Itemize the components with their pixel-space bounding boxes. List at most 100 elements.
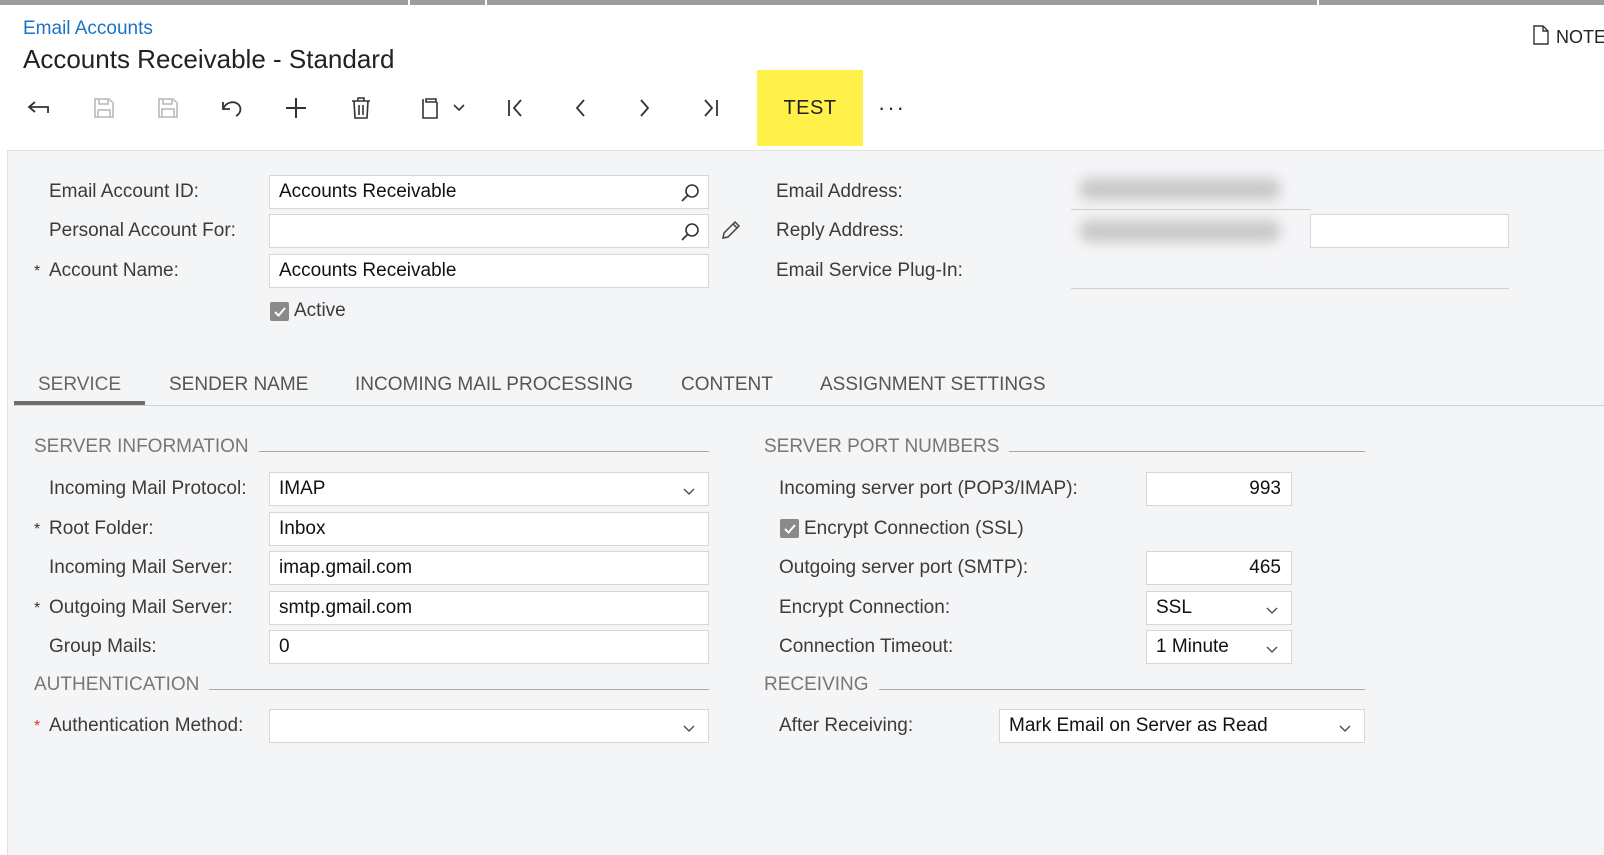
save-button[interactable] bbox=[149, 70, 187, 146]
chevron-down-icon bbox=[452, 103, 466, 113]
server-port-numbers-heading: SERVER PORT NUMBERS bbox=[764, 436, 1010, 458]
required-marker: * bbox=[34, 263, 41, 280]
test-button[interactable]: TEST bbox=[757, 70, 863, 146]
previous-record-button[interactable] bbox=[561, 70, 599, 146]
section-divider bbox=[258, 451, 709, 452]
tab-bar: SERVICE SENDER NAME INCOMING MAIL PROCES… bbox=[13, 365, 1604, 406]
outgoing-port-value: 465 bbox=[1249, 557, 1281, 578]
connection-timeout-label: Connection Timeout: bbox=[779, 636, 954, 657]
notes-label: NOTE bbox=[1556, 27, 1604, 47]
save-close-icon bbox=[93, 97, 115, 119]
save-close-button[interactable] bbox=[85, 70, 123, 146]
encrypt-connection-value: SSL bbox=[1156, 597, 1192, 618]
server-information-heading: SERVER INFORMATION bbox=[34, 436, 259, 458]
breadcrumb[interactable]: Email Accounts bbox=[23, 18, 153, 40]
email-account-id-value: Accounts Receivable bbox=[279, 181, 457, 202]
required-marker: * bbox=[34, 718, 41, 735]
delete-icon bbox=[351, 97, 371, 119]
back-button[interactable] bbox=[20, 70, 58, 146]
group-mails-field[interactable]: 0 bbox=[269, 630, 709, 664]
last-record-button[interactable] bbox=[691, 70, 729, 146]
email-service-plugin-field[interactable] bbox=[1071, 288, 1509, 289]
account-name-label: Account Name: bbox=[49, 260, 179, 281]
copy-paste-button[interactable] bbox=[410, 70, 476, 146]
top-progress-bar bbox=[0, 0, 1604, 5]
previous-icon bbox=[572, 97, 588, 119]
group-mails-value: 0 bbox=[279, 636, 290, 657]
root-folder-field[interactable]: Inbox bbox=[269, 512, 709, 546]
section-divider bbox=[877, 689, 1365, 690]
after-receiving-label: After Receiving: bbox=[779, 715, 914, 736]
chevron-down-icon bbox=[1338, 719, 1352, 741]
incoming-port-field[interactable]: 993 bbox=[1146, 472, 1292, 506]
copy-icon bbox=[420, 96, 442, 120]
personal-account-label: Personal Account For: bbox=[49, 220, 236, 241]
search-icon[interactable] bbox=[680, 183, 700, 209]
root-folder-label: Root Folder: bbox=[49, 518, 154, 539]
required-marker: * bbox=[34, 521, 41, 538]
form-panel bbox=[7, 150, 1604, 855]
incoming-server-label: Incoming Mail Server: bbox=[49, 557, 233, 578]
tab-service[interactable]: SERVICE bbox=[38, 365, 121, 404]
outgoing-server-field[interactable]: smtp.gmail.com bbox=[269, 591, 709, 625]
reply-address-redacted bbox=[1080, 220, 1280, 242]
toolbar: TEST ··· bbox=[0, 70, 1604, 146]
edit-pencil-icon[interactable] bbox=[720, 219, 742, 246]
reply-address-label: Reply Address: bbox=[776, 220, 904, 241]
outgoing-port-field[interactable]: 465 bbox=[1146, 551, 1292, 585]
document-icon bbox=[1532, 25, 1550, 50]
add-button[interactable] bbox=[277, 70, 315, 146]
connection-timeout-value: 1 Minute bbox=[1156, 636, 1229, 657]
tab-sender-name[interactable]: SENDER NAME bbox=[169, 365, 308, 404]
chevron-down-icon bbox=[1265, 640, 1279, 662]
email-account-id-field[interactable]: Accounts Receivable bbox=[269, 175, 709, 209]
account-name-value: Accounts Receivable bbox=[279, 260, 457, 281]
email-service-plugin-label: Email Service Plug-In: bbox=[776, 260, 963, 281]
tab-content[interactable]: CONTENT bbox=[681, 365, 773, 404]
encrypt-connection-select[interactable]: SSL bbox=[1146, 591, 1292, 625]
email-address-underline bbox=[1071, 209, 1311, 210]
undo-icon bbox=[220, 97, 244, 119]
active-checkbox[interactable] bbox=[270, 302, 289, 321]
personal-account-field[interactable] bbox=[269, 214, 709, 248]
next-icon bbox=[637, 97, 653, 119]
after-receiving-select[interactable]: Mark Email on Server as Read bbox=[999, 709, 1365, 743]
first-icon bbox=[505, 97, 527, 119]
outgoing-port-label: Outgoing server port (SMTP): bbox=[779, 557, 1029, 578]
incoming-protocol-select[interactable]: IMAP bbox=[269, 472, 709, 506]
receiving-heading: RECEIVING bbox=[764, 674, 879, 696]
email-address-redacted bbox=[1080, 178, 1280, 200]
back-icon bbox=[26, 98, 52, 118]
connection-timeout-select[interactable]: 1 Minute bbox=[1146, 630, 1292, 664]
encrypt-ssl-checkbox[interactable] bbox=[780, 519, 799, 538]
account-name-field[interactable]: Accounts Receivable bbox=[269, 254, 709, 288]
incoming-port-value: 993 bbox=[1249, 478, 1281, 499]
authentication-heading: AUTHENTICATION bbox=[34, 674, 210, 696]
last-icon bbox=[699, 97, 721, 119]
undo-button[interactable] bbox=[213, 70, 251, 146]
first-record-button[interactable] bbox=[497, 70, 535, 146]
more-actions-button[interactable]: ··· bbox=[872, 70, 912, 146]
group-mails-label: Group Mails: bbox=[49, 636, 157, 657]
chevron-down-icon bbox=[1265, 601, 1279, 623]
incoming-protocol-value: IMAP bbox=[279, 478, 326, 499]
incoming-server-field[interactable]: imap.gmail.com bbox=[269, 551, 709, 585]
chevron-down-icon bbox=[682, 719, 696, 741]
authentication-method-label: Authentication Method: bbox=[49, 715, 244, 736]
outgoing-server-label: Outgoing Mail Server: bbox=[49, 597, 233, 618]
email-address-label: Email Address: bbox=[776, 181, 903, 202]
notes-button[interactable]: NOTE bbox=[1532, 25, 1604, 50]
active-tab-indicator bbox=[14, 401, 145, 405]
authentication-method-select[interactable] bbox=[269, 709, 709, 743]
reply-address-field[interactable] bbox=[1310, 214, 1509, 248]
search-icon[interactable] bbox=[680, 222, 700, 248]
email-account-id-label: Email Account ID: bbox=[49, 181, 199, 202]
save-icon bbox=[157, 97, 179, 119]
section-divider bbox=[1009, 451, 1365, 452]
tab-assignment-settings[interactable]: ASSIGNMENT SETTINGS bbox=[820, 365, 1046, 404]
root-folder-value: Inbox bbox=[279, 518, 326, 539]
outgoing-server-value: smtp.gmail.com bbox=[279, 597, 413, 618]
next-record-button[interactable] bbox=[626, 70, 664, 146]
tab-incoming-mail-processing[interactable]: INCOMING MAIL PROCESSING bbox=[355, 365, 633, 404]
delete-button[interactable] bbox=[342, 70, 380, 146]
